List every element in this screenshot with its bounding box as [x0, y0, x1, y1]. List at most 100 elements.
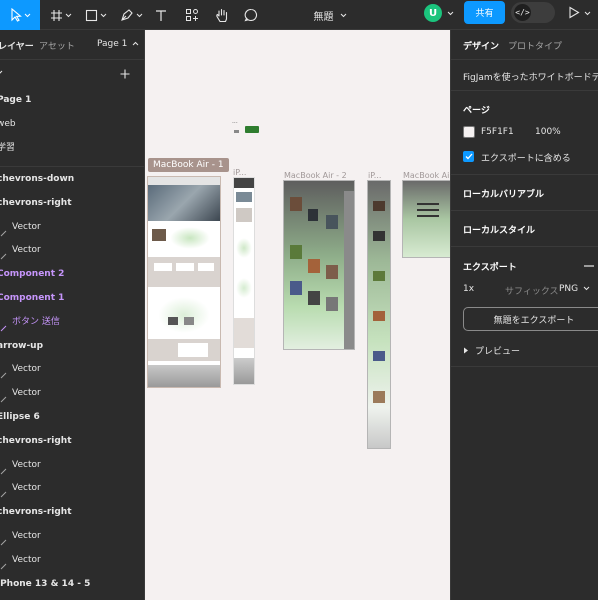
page-section-title: ページ	[463, 106, 490, 116]
export-checkbox[interactable]	[463, 151, 474, 162]
local-styles-button[interactable]: ローカルスタイル	[463, 223, 535, 236]
page-item[interactable]: web	[0, 112, 144, 136]
dev-mode-toggle[interactable]: </>	[511, 2, 555, 23]
chevron-down-icon	[24, 13, 30, 17]
layer-label: chevrons-down	[0, 174, 75, 184]
export-scale-select[interactable]: 1x	[463, 284, 474, 294]
layer-label: Vector	[12, 530, 41, 541]
layer-label: Vector	[12, 364, 41, 375]
share-button[interactable]: 共有	[464, 1, 505, 24]
cursor-icon	[10, 8, 22, 22]
export-section-title: エクスポート	[463, 263, 517, 273]
layer-label: Vector	[12, 459, 41, 470]
tab-assets[interactable]: アセット	[39, 39, 75, 52]
chevron-down-icon	[136, 13, 142, 17]
frame-iphone-1[interactable]	[233, 177, 255, 385]
green-button-component[interactable]	[245, 126, 259, 133]
layer-item[interactable]: Vector	[0, 382, 144, 406]
hand-icon	[216, 8, 228, 22]
frame-macbook-air-1[interactable]	[147, 176, 221, 388]
tab-design[interactable]: デザイン	[463, 39, 499, 52]
layer-label: chevrons-right	[0, 507, 72, 518]
file-name[interactable]: FigJamを使ったホワイトボードデザイン	[463, 70, 598, 83]
layer-label: Ellipse 6	[0, 411, 40, 422]
layer-label: chevrons-right	[0, 435, 72, 446]
tab-layers[interactable]: レイヤー	[0, 39, 34, 52]
page-color-value[interactable]: F5F1F1	[481, 127, 514, 137]
preview-label: プレビュー	[475, 347, 521, 357]
document-title: 無題	[313, 11, 334, 23]
code-icon: </>	[514, 4, 531, 21]
remove-export-icon[interactable]	[584, 265, 594, 267]
layer-item[interactable]: arrow-up	[0, 335, 144, 359]
layer-item[interactable]: Vector	[0, 239, 144, 263]
layer-item[interactable]: chevrons-right	[0, 192, 144, 216]
frame-label-macbook-1[interactable]: MacBook Air - 1	[148, 158, 229, 172]
chevron-up-icon	[132, 41, 139, 46]
page-selector[interactable]: Page 1	[97, 39, 139, 49]
chevron-down-icon[interactable]	[447, 11, 454, 16]
layer-item[interactable]: Vector	[0, 549, 144, 573]
layer-label: Component 1	[0, 292, 65, 303]
avatar[interactable]: U	[424, 4, 442, 22]
layer-item[interactable]: iPhone 13 & 14 - 5	[0, 573, 144, 597]
local-variables-button[interactable]: ローカルバリアブル	[463, 187, 544, 200]
layer-item[interactable]: Vector	[0, 477, 144, 501]
frame-label-iphone-1[interactable]: iP...	[233, 168, 246, 177]
layer-item[interactable]: Vector	[0, 525, 144, 549]
layer-label: ボタン 送信	[12, 316, 60, 327]
layer-item[interactable]: Component 1	[0, 287, 144, 311]
layer-item[interactable]: Vector	[0, 454, 144, 478]
canvas[interactable]: ··· MacBook Air - 1 iP... MacBook Air - …	[145, 30, 450, 600]
chevron-down-icon[interactable]	[584, 11, 591, 16]
page-color-swatch[interactable]	[463, 126, 475, 138]
frame-macbook-air-3[interactable]	[402, 180, 450, 258]
frame-macbook-air-2[interactable]	[283, 180, 355, 350]
layer-item[interactable]: Ellipse 6	[0, 406, 144, 430]
shape-tool-button[interactable]	[82, 0, 110, 30]
comment-icon	[244, 8, 258, 22]
tab-prototype[interactable]: プロトタイプ	[508, 39, 562, 52]
figma-app: 無題 U 共有 </> レイヤー アセット Page 1 Page 1web学習…	[0, 0, 598, 600]
preview-toggle[interactable]: プレビュー	[463, 344, 520, 357]
page-item[interactable]: 学習	[0, 136, 144, 160]
chevron-down-icon	[100, 13, 107, 17]
frame-label-iphone-2[interactable]: iP...	[368, 171, 381, 180]
layer-item[interactable]: chevrons-down	[0, 168, 144, 192]
page-item[interactable]: Page 1	[0, 88, 144, 112]
play-icon[interactable]	[568, 6, 580, 19]
comment-tool-button[interactable]	[241, 0, 261, 30]
layer-item[interactable]: Component 2	[0, 263, 144, 287]
page-selector-label: Page 1	[97, 39, 128, 49]
export-suffix-input[interactable]: サフィックス	[505, 284, 559, 297]
chevron-down-icon[interactable]	[0, 70, 3, 75]
document-title-menu[interactable]: 無題	[290, 0, 370, 30]
layer-item[interactable]: Vector	[0, 358, 144, 382]
divider	[0, 166, 144, 167]
small-element[interactable]	[234, 130, 239, 133]
layer-item[interactable]: chevrons-right	[0, 501, 144, 525]
layer-item[interactable]: chevrons-right	[0, 430, 144, 454]
frame-label-macbook-2[interactable]: MacBook Air - 2	[284, 171, 347, 180]
layer-item[interactable]: ボタン 送信	[0, 311, 144, 335]
divider	[451, 366, 598, 367]
text-tool-button[interactable]	[151, 0, 171, 30]
layer-label: Component 2	[0, 269, 65, 280]
export-format-select[interactable]: PNG	[559, 284, 590, 294]
add-page-icon[interactable]	[120, 69, 130, 79]
layers-list: chevrons-down chevrons-right Vector Vector C…	[0, 168, 144, 596]
frame-iphone-2[interactable]	[367, 180, 391, 449]
toolbar: 無題 U 共有 </>	[0, 0, 598, 30]
export-button[interactable]: 無題をエクスポート	[463, 307, 598, 331]
divider	[451, 210, 598, 211]
frame-label-macbook-3[interactable]: MacBook Ai	[403, 171, 449, 180]
export-checkbox-label: エクスポートに含める	[481, 154, 571, 164]
layer-item[interactable]: Vector	[0, 216, 144, 240]
right-panel-tabs: デザイン プロトタイプ	[451, 30, 598, 60]
page-opacity-value[interactable]: 100%	[535, 127, 561, 137]
frame-tool-button[interactable]	[48, 0, 74, 30]
resources-tool-button[interactable]	[181, 0, 203, 30]
hand-tool-button[interactable]	[211, 0, 233, 30]
pen-tool-button[interactable]	[117, 0, 145, 30]
move-tool-button[interactable]	[0, 0, 40, 30]
